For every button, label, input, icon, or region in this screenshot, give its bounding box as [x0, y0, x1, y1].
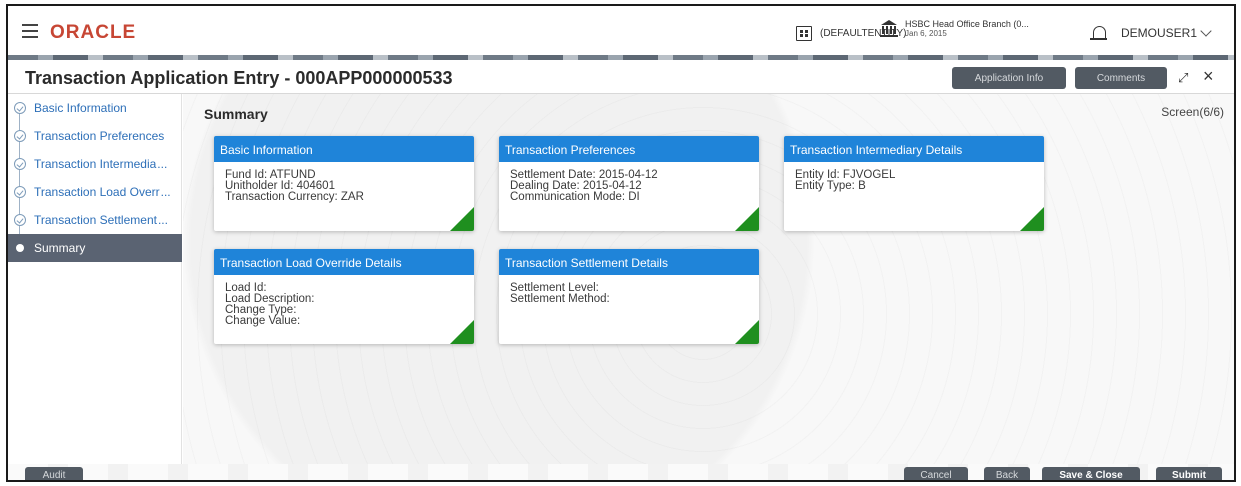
step-basic-information[interactable]: Basic Information [8, 94, 182, 122]
card-line: Communication Mode: DI [510, 191, 640, 203]
section-heading: Summary [204, 106, 268, 122]
card-transaction-load-override-details[interactable]: Transaction Load Override Details Load I… [214, 249, 474, 344]
card-title: Transaction Intermediary Details [784, 136, 1044, 162]
step-label: Transaction Load Overr [34, 185, 160, 199]
step-label: Summary [34, 241, 86, 255]
step-navigation: Basic Information Transaction Preference… [8, 94, 182, 464]
step-label: Basic Information [34, 101, 127, 115]
title-bar: Transaction Application Entry - 000APP00… [8, 60, 1234, 94]
submit-button[interactable]: Submit [1156, 467, 1222, 480]
summary-panel: Summary Screen(6/6) Basic Information Fu… [183, 94, 1234, 464]
card-corner-marker [450, 320, 474, 344]
app-header: ORACLE (DEFAULTENTITY) HSBC Head Office … [8, 6, 1234, 60]
chevron-down-icon [1200, 25, 1212, 37]
menu-icon[interactable] [22, 24, 38, 38]
check-circle-icon [14, 214, 26, 226]
current-step-icon [16, 244, 24, 252]
screen-counter: Screen(6/6) [1161, 105, 1224, 119]
page-title: Transaction Application Entry - 000APP00… [25, 68, 453, 88]
audit-button[interactable]: Audit [25, 467, 83, 480]
oracle-logo: ORACLE [50, 22, 137, 43]
bank-icon [880, 20, 898, 37]
card-transaction-intermediary-details[interactable]: Transaction Intermediary Details Entity … [784, 136, 1044, 231]
check-circle-icon [14, 158, 26, 170]
app-window: ORACLE (DEFAULTENTITY) HSBC Head Office … [6, 4, 1236, 482]
card-transaction-settlement-details[interactable]: Transaction Settlement Details Settlemen… [499, 249, 759, 344]
bell-icon[interactable] [1090, 26, 1107, 40]
step-ellipsis: ... [157, 157, 168, 171]
step-label: Transaction Settlement [34, 213, 157, 227]
card-line: Transaction Currency: ZAR [225, 191, 364, 203]
step-transaction-intermediary[interactable]: Transaction Intermedia ... [8, 150, 182, 178]
step-ellipsis: ... [157, 213, 168, 227]
footer-bar: Audit Cancel Back Save & Close Submit [8, 464, 1234, 480]
card-title: Transaction Preferences [499, 136, 759, 162]
back-button[interactable]: Back [984, 467, 1030, 480]
card-line: Change Value: [225, 315, 301, 327]
card-corner-marker [735, 320, 759, 344]
card-title: Basic Information [214, 136, 474, 162]
check-circle-icon [14, 186, 26, 198]
step-label: Transaction Preferences [34, 129, 165, 143]
user-menu[interactable]: DEMOUSER1 [1121, 25, 1212, 40]
card-title: Transaction Settlement Details [499, 249, 759, 275]
card-line: Settlement Method: [510, 293, 610, 305]
card-corner-marker [450, 207, 474, 231]
card-transaction-preferences[interactable]: Transaction Preferences Settlement Date:… [499, 136, 759, 231]
branch-date: Jan 6, 2015 [905, 29, 947, 38]
card-corner-marker [735, 207, 759, 231]
expand-icon[interactable]: ⤢ [1178, 70, 1188, 86]
step-ellipsis: ... [160, 185, 171, 199]
card-line: Entity Type: B [795, 180, 866, 192]
user-name: DEMOUSER1 [1121, 26, 1198, 40]
card-corner-marker [1020, 207, 1044, 231]
card-title: Transaction Load Override Details [214, 249, 474, 275]
entity-icon [796, 26, 812, 41]
step-transaction-preferences[interactable]: Transaction Preferences [8, 122, 182, 150]
branch-name: HSBC Head Office Branch (0... [905, 19, 1029, 29]
cancel-button[interactable]: Cancel [904, 467, 968, 480]
step-summary[interactable]: Summary [8, 234, 182, 262]
card-basic-information[interactable]: Basic Information Fund Id: ATFUND Unitho… [214, 136, 474, 231]
check-circle-icon [14, 102, 26, 114]
application-info-button[interactable]: Application Info [952, 67, 1066, 89]
check-circle-icon [14, 130, 26, 142]
step-transaction-load-override[interactable]: Transaction Load Overr ... [8, 178, 182, 206]
step-transaction-settlement[interactable]: Transaction Settlement ... [8, 206, 182, 234]
step-label: Transaction Intermedia [34, 157, 157, 171]
comments-button[interactable]: Comments [1075, 67, 1167, 89]
close-icon[interactable]: × [1203, 66, 1214, 87]
branch-selector[interactable]: HSBC Head Office Branch (0... Jan 6, 201… [880, 19, 1029, 38]
save-close-button[interactable]: Save & Close [1042, 467, 1140, 480]
